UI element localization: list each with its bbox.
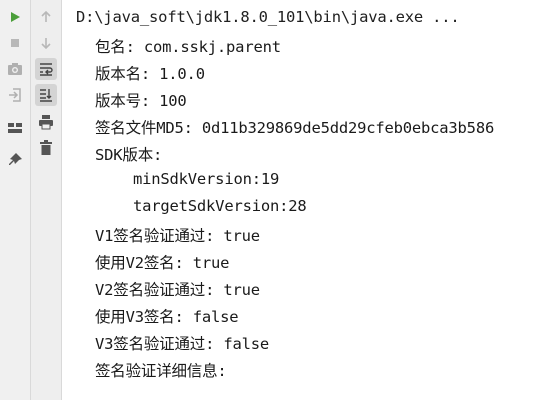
run-icon[interactable] (4, 6, 26, 28)
print-icon[interactable] (35, 111, 57, 133)
console-toolbar (31, 0, 62, 400)
console-line: 使用V3签名: false (95, 308, 239, 326)
down-arrow-icon[interactable] (35, 32, 57, 54)
command-line: D:\java_soft\jdk1.8.0_101\bin\java.exe .… (76, 8, 460, 26)
console-line: targetSdkVersion:28 (133, 197, 307, 215)
console-line: 签名验证详细信息: (95, 362, 227, 380)
console-line: V1签名验证通过: true (95, 227, 260, 245)
layout-icon[interactable] (4, 117, 26, 139)
trash-icon[interactable] (35, 137, 57, 159)
console-line: 签名文件MD5: 0d11b329869de5dd29cfeb0ebca3b58… (95, 119, 495, 137)
soft-wrap-icon[interactable] (35, 58, 57, 80)
console-line: 使用V2签名: true (95, 254, 230, 272)
console-output: D:\java_soft\jdk1.8.0_101\bin\java.exe .… (62, 0, 555, 400)
pin-icon[interactable] (4, 149, 26, 171)
console-line: V3签名验证通过: false (95, 335, 269, 353)
exit-icon[interactable] (4, 84, 26, 106)
camera-icon[interactable] (4, 58, 26, 80)
console-line: 版本号: 100 (95, 92, 187, 110)
console-line: V2签名验证通过: true (95, 281, 260, 299)
up-arrow-icon[interactable] (35, 6, 57, 28)
console-line: minSdkVersion:19 (133, 170, 280, 188)
run-toolbar (0, 0, 31, 400)
stop-icon[interactable] (4, 32, 26, 54)
scroll-to-end-icon[interactable] (35, 84, 57, 106)
console-line: 包名: com.sskj.parent (95, 38, 281, 56)
console-line: 版本名: 1.0.0 (95, 65, 205, 83)
console-line: SDK版本: (95, 146, 163, 164)
